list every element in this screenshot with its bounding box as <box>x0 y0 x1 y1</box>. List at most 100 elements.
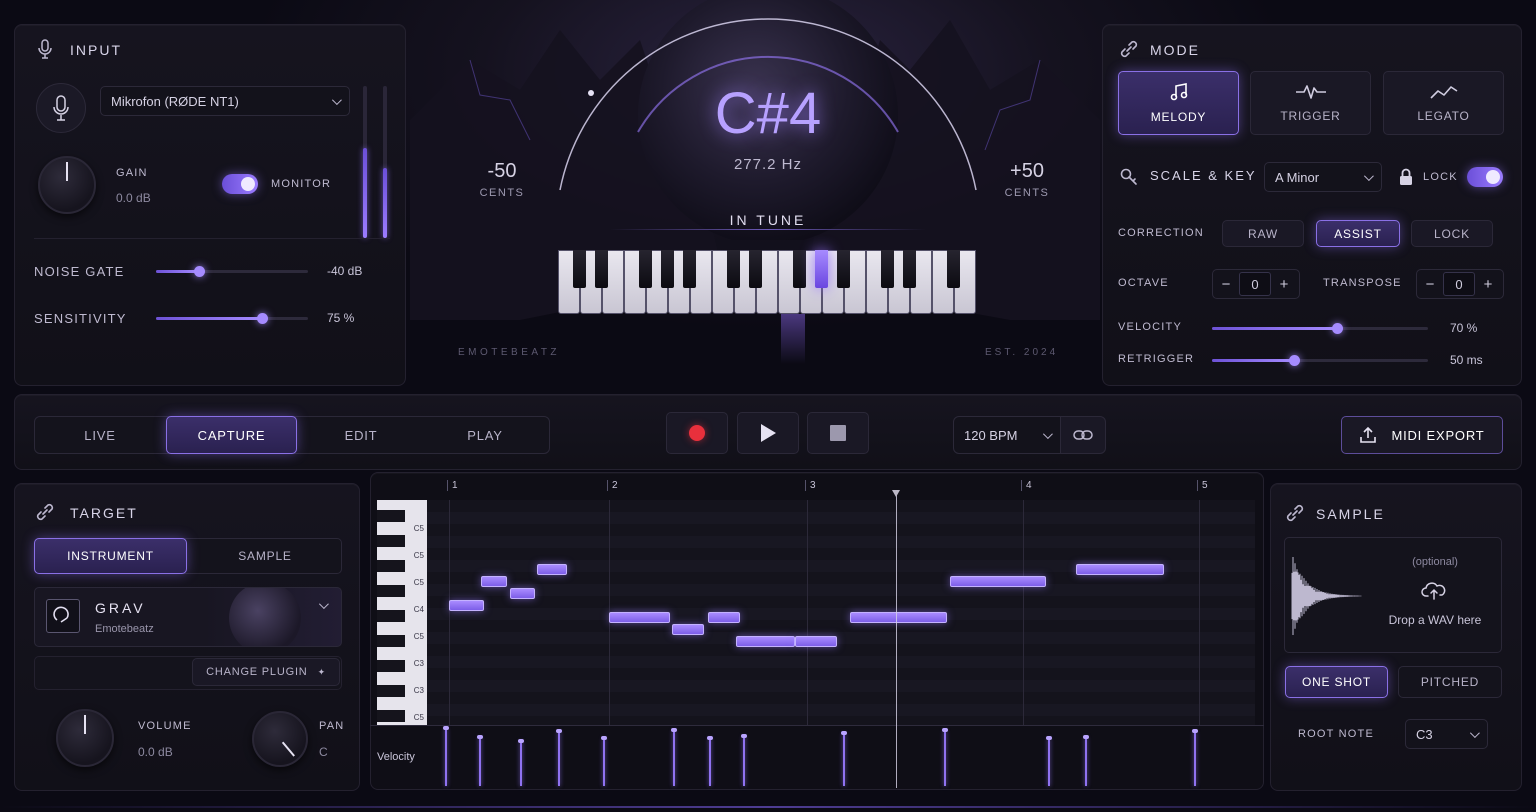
pitched-button[interactable]: PITCHED <box>1398 666 1502 698</box>
microphone-icon <box>34 38 56 60</box>
plus-icon[interactable]: + <box>1475 276 1501 293</box>
transpose-value[interactable]: 0 <box>1443 272 1475 296</box>
tab-live[interactable]: LIVE <box>36 418 164 452</box>
right-cents-value: +50 <box>1010 160 1044 182</box>
velocity-bar[interactable] <box>741 734 747 786</box>
velocity-bar[interactable] <box>477 734 483 786</box>
velocity-bar[interactable] <box>518 738 524 786</box>
velocity-bar[interactable] <box>601 736 607 786</box>
chevron-down-icon <box>1363 170 1374 181</box>
monitor-toggle[interactable] <box>222 174 258 194</box>
midi-export-button[interactable]: MIDI EXPORT <box>1341 416 1503 454</box>
midi-note[interactable] <box>795 636 838 647</box>
midi-note[interactable] <box>609 612 671 623</box>
right-cents-label: CENTS <box>1004 187 1050 199</box>
midi-note[interactable] <box>481 576 507 587</box>
velocity-bar[interactable] <box>443 726 449 786</box>
octave-value[interactable]: 0 <box>1239 272 1271 296</box>
volume-label: VOLUME <box>138 720 192 732</box>
play-button[interactable] <box>737 412 799 454</box>
correction-raw-button[interactable]: RAW <box>1222 220 1304 247</box>
plugin-vendor: Emotebeatz <box>95 623 154 635</box>
black-key <box>573 250 586 288</box>
tab-edit[interactable]: EDIT <box>300 418 422 452</box>
midi-note[interactable] <box>1075 564 1164 575</box>
change-plugin-button[interactable]: CHANGE PLUGIN ✦ <box>192 658 340 686</box>
key-label: C5 <box>413 551 424 560</box>
plus-icon[interactable]: + <box>1271 276 1297 293</box>
velocity-bar[interactable] <box>671 727 677 786</box>
minus-icon[interactable]: − <box>1417 276 1443 293</box>
velocity-bar[interactable] <box>707 736 713 786</box>
correction-label: CORRECTION <box>1118 227 1204 239</box>
midi-note[interactable] <box>449 600 485 611</box>
volume-knob[interactable] <box>56 709 114 767</box>
correction-lock-button[interactable]: LOCK <box>1411 220 1493 247</box>
midi-note[interactable] <box>708 612 740 623</box>
record-button[interactable] <box>666 412 728 454</box>
velocity-bar[interactable] <box>556 728 562 786</box>
black-key <box>837 250 850 288</box>
tuner-keyboard <box>558 250 976 314</box>
velocity-bar[interactable] <box>942 728 948 786</box>
pan-knob[interactable] <box>252 711 308 767</box>
sync-button[interactable] <box>1060 416 1106 454</box>
volume-value: 0.0 dB <box>138 745 173 759</box>
brand-text: EMOTEBEATZ <box>458 347 561 358</box>
gain-knob[interactable] <box>38 156 96 214</box>
lock-toggle[interactable] <box>1467 167 1503 187</box>
stop-button[interactable] <box>807 412 869 454</box>
noise-gate-slider[interactable] <box>156 266 308 277</box>
transpose-stepper[interactable]: − 0 + <box>1416 269 1504 299</box>
midi-note[interactable] <box>509 588 536 599</box>
midi-note[interactable] <box>949 576 1046 587</box>
octave-stepper[interactable]: − 0 + <box>1212 269 1300 299</box>
upload-icon <box>1360 426 1377 443</box>
retrigger-value: 50 ms <box>1450 353 1483 367</box>
velocity-bar[interactable] <box>841 730 847 786</box>
minus-icon[interactable]: − <box>1213 276 1239 293</box>
midi-note[interactable] <box>672 624 705 635</box>
playhead[interactable] <box>891 490 900 788</box>
scale-key-select[interactable]: A Minor <box>1264 162 1382 192</box>
black-key <box>377 610 405 622</box>
velocity-bar[interactable] <box>1192 728 1198 786</box>
tab-play[interactable]: PLAY <box>424 418 546 452</box>
sample-waveform <box>1291 557 1362 635</box>
input-device-select[interactable]: Mikrofon (RØDE NT1) <box>100 86 350 116</box>
root-note-label: ROOT NOTE <box>1298 728 1374 740</box>
key-label: C5 <box>413 578 424 587</box>
chevron-down-icon <box>1469 727 1480 738</box>
detected-note: C#4 <box>714 81 822 146</box>
black-key <box>377 660 405 672</box>
tab-capture[interactable]: CAPTURE <box>166 416 297 454</box>
retrigger-slider[interactable] <box>1212 355 1428 366</box>
tab-instrument[interactable]: INSTRUMENT <box>34 538 187 574</box>
midi-note[interactable] <box>735 636 796 647</box>
midi-note[interactable] <box>850 612 948 623</box>
piano-roll-keys[interactable]: C5 C5 C5 C4 C5 C3 C3 C5 <box>377 500 427 725</box>
sensitivity-slider[interactable] <box>156 313 308 324</box>
stop-icon <box>830 425 846 441</box>
key-glow <box>781 314 805 364</box>
velocity-lane[interactable] <box>427 726 1255 788</box>
waveform-icon <box>1295 85 1326 99</box>
plugin-card[interactable] <box>34 587 342 647</box>
root-note-select[interactable]: C3 <box>1405 719 1488 749</box>
one-shot-button[interactable]: ONE SHOT <box>1285 666 1388 698</box>
velocity-bar[interactable] <box>1046 736 1052 786</box>
black-key <box>947 250 960 288</box>
velocity-bar[interactable] <box>1083 734 1089 786</box>
tab-sample[interactable]: SAMPLE <box>190 540 340 572</box>
mode-trigger-button[interactable]: TRIGGER <box>1250 71 1371 135</box>
bpm-select[interactable]: 120 BPM <box>953 416 1061 454</box>
velocity-lane-label: Velocity <box>377 751 415 763</box>
sensitivity-value: 75 % <box>327 311 355 325</box>
velocity-slider[interactable] <box>1212 323 1428 334</box>
correction-assist-button[interactable]: ASSIST <box>1316 220 1400 247</box>
mode-melody-button[interactable]: MELODY <box>1118 71 1239 135</box>
bar-ruler[interactable]: 1 2 3 4 5 <box>427 476 1255 498</box>
mode-legato-button[interactable]: LEGATO <box>1383 71 1504 135</box>
midi-note[interactable] <box>537 564 568 575</box>
black-key <box>595 250 608 288</box>
